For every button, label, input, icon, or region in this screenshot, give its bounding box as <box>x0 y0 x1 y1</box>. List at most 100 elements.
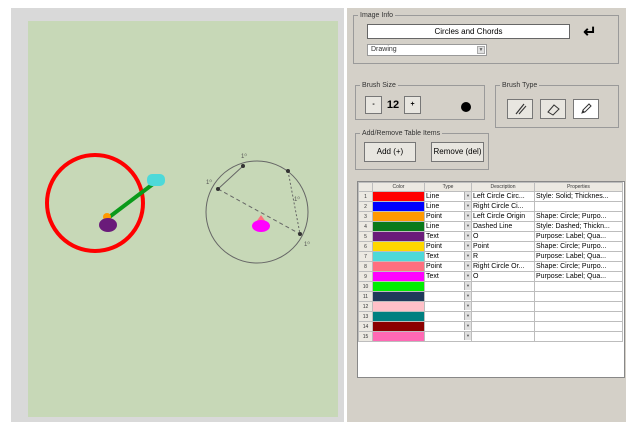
color-cell[interactable] <box>372 291 425 302</box>
properties-cell[interactable]: Style: Dashed; Thickn... <box>534 221 623 232</box>
table-row[interactable]: 10 ▼ <box>358 281 623 292</box>
properties-cell[interactable]: Purpose: Label; Qua... <box>534 231 623 242</box>
brush-size-plus-button[interactable]: + <box>404 96 421 114</box>
image-title-input[interactable]: Circles and Chords <box>367 24 570 39</box>
enter-icon[interactable]: ↵ <box>577 24 603 42</box>
column-header-color[interactable]: Color <box>372 182 425 192</box>
table-row[interactable]: 7 Text ▼ R Purpose: Label; Qua... <box>358 251 623 262</box>
description-cell[interactable] <box>471 321 535 332</box>
description-cell[interactable]: Left Circle Origin <box>471 211 535 222</box>
table-row[interactable]: 13 ▼ <box>358 311 623 322</box>
properties-cell[interactable]: Style: Solid; Thicknes... <box>534 191 623 202</box>
color-cell[interactable] <box>372 211 425 222</box>
description-cell[interactable] <box>471 301 535 312</box>
table-row[interactable]: 14 ▼ <box>358 321 623 332</box>
column-header-type[interactable]: Type <box>424 182 472 192</box>
description-cell[interactable] <box>471 331 535 342</box>
properties-cell[interactable] <box>534 281 623 292</box>
properties-cell[interactable]: Shape: Circle; Purpo... <box>534 211 623 222</box>
chevron-down-icon[interactable]: ▼ <box>464 332 471 340</box>
drawing-svg[interactable]: 1⁰ 1⁰ 1⁰ 1⁰ <box>28 21 338 417</box>
color-cell[interactable] <box>372 201 425 212</box>
chevron-down-icon[interactable]: ▼ <box>464 282 471 290</box>
remove-item-button[interactable]: Remove (del) <box>431 142 484 162</box>
properties-cell[interactable]: Purpose: Label; Qua... <box>534 271 623 282</box>
chevron-down-icon[interactable]: ▼ <box>464 222 471 230</box>
type-cell[interactable]: Line ▼ <box>424 221 472 232</box>
chevron-down-icon[interactable]: ▼ <box>464 312 471 320</box>
type-cell[interactable]: ▼ <box>424 331 472 342</box>
color-cell[interactable] <box>372 271 425 282</box>
color-cell[interactable] <box>372 261 425 272</box>
table-row[interactable]: 12 ▼ <box>358 301 623 312</box>
type-cell[interactable]: Text ▼ <box>424 231 472 242</box>
color-cell[interactable] <box>372 301 425 312</box>
table-row[interactable]: 11 ▼ <box>358 291 623 302</box>
properties-cell[interactable]: Purpose: Label; Qua... <box>534 251 623 262</box>
type-cell[interactable]: Point ▼ <box>424 241 472 252</box>
items-table[interactable]: Color Type Description Properties 1 Line ▼… <box>357 181 625 378</box>
table-row[interactable]: 9 Text ▼ O Purpose: Label; Qua... <box>358 271 623 282</box>
chevron-down-icon[interactable]: ▼ <box>464 192 471 200</box>
chevron-down-icon[interactable]: ▼ <box>464 302 471 310</box>
chevron-down-icon[interactable]: ▼ <box>464 202 471 210</box>
color-cell[interactable] <box>372 221 425 232</box>
properties-cell[interactable] <box>534 321 623 332</box>
chevron-down-icon[interactable]: ▼ <box>464 262 471 270</box>
column-header-description[interactable]: Description <box>471 182 535 192</box>
brush-tool-button[interactable] <box>507 99 533 119</box>
properties-cell[interactable] <box>534 301 623 312</box>
eraser-tool-button[interactable] <box>540 99 566 119</box>
description-cell[interactable]: O <box>471 231 535 242</box>
chevron-down-icon[interactable]: ▼ <box>464 212 471 220</box>
color-cell[interactable] <box>372 241 425 252</box>
table-row[interactable]: 1 Line ▼ Left Circle Circ... Style: Solid; T… <box>358 191 623 202</box>
table-row[interactable]: 2 Line ▼ Right Circle Ci... <box>358 201 623 212</box>
description-cell[interactable] <box>471 281 535 292</box>
add-item-button[interactable]: Add (+) <box>364 142 416 162</box>
properties-cell[interactable] <box>534 331 623 342</box>
color-cell[interactable] <box>372 231 425 242</box>
type-cell[interactable]: Point ▼ <box>424 211 472 222</box>
description-cell[interactable]: Right Circle Ci... <box>471 201 535 212</box>
type-cell[interactable]: Line ▼ <box>424 201 472 212</box>
type-cell[interactable]: Point ▼ <box>424 261 472 272</box>
description-cell[interactable]: Point <box>471 241 535 252</box>
color-cell[interactable] <box>372 281 425 292</box>
pencil-tool-button[interactable] <box>573 99 599 119</box>
chevron-down-icon[interactable]: ▼ <box>464 242 471 250</box>
type-cell[interactable]: Text ▼ <box>424 271 472 282</box>
type-cell[interactable]: ▼ <box>424 291 472 302</box>
properties-cell[interactable]: Shape: Circle; Purpo... <box>534 241 623 252</box>
description-cell[interactable]: Dashed Line <box>471 221 535 232</box>
table-row[interactable]: 6 Point ▼ Point Shape: Circle; Purpo... <box>358 241 623 252</box>
properties-cell[interactable] <box>534 201 623 212</box>
description-cell[interactable]: O <box>471 271 535 282</box>
color-cell[interactable] <box>372 321 425 332</box>
type-cell[interactable]: ▼ <box>424 301 472 312</box>
drawing-canvas[interactable]: 1⁰ 1⁰ 1⁰ 1⁰ <box>28 21 338 417</box>
chevron-down-icon[interactable]: ▼ <box>464 322 471 330</box>
brush-size-minus-button[interactable]: - <box>365 96 382 114</box>
color-cell[interactable] <box>372 331 425 342</box>
type-cell[interactable]: Text ▼ <box>424 251 472 262</box>
description-cell[interactable]: Right Circle Or... <box>471 261 535 272</box>
type-cell[interactable]: Line ▼ <box>424 191 472 202</box>
table-row[interactable]: 15 ▼ <box>358 331 623 342</box>
description-cell[interactable] <box>471 291 535 302</box>
color-cell[interactable] <box>372 251 425 262</box>
chevron-down-icon[interactable]: ▼ <box>464 252 471 260</box>
table-row[interactable]: 8 Point ▼ Right Circle Or... Shape: Circle; … <box>358 261 623 272</box>
properties-cell[interactable]: Shape: Circle; Purpo... <box>534 261 623 272</box>
properties-cell[interactable] <box>534 311 623 322</box>
chevron-down-icon[interactable]: ▼ <box>477 46 485 54</box>
type-cell[interactable]: ▼ <box>424 321 472 332</box>
properties-cell[interactable] <box>534 291 623 302</box>
chevron-down-icon[interactable]: ▼ <box>464 292 471 300</box>
description-cell[interactable]: Left Circle Circ... <box>471 191 535 202</box>
table-row[interactable]: 5 Text ▼ O Purpose: Label; Qua... <box>358 231 623 242</box>
category-select[interactable]: Drawing ▼ <box>367 44 487 56</box>
description-cell[interactable] <box>471 311 535 322</box>
table-row[interactable]: 4 Line ▼ Dashed Line Style: Dashed; Thickn..… <box>358 221 623 232</box>
table-row[interactable]: 3 Point ▼ Left Circle Origin Shape: Circle; … <box>358 211 623 222</box>
